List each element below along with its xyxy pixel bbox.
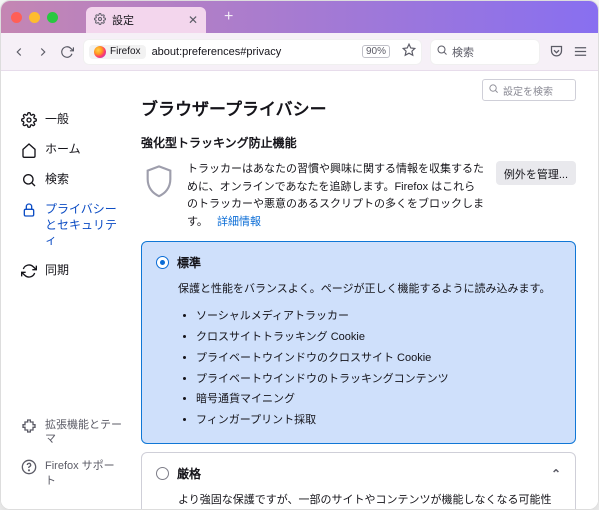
close-window-button[interactable] (11, 12, 22, 23)
new-tab-button[interactable]: + (220, 8, 237, 26)
zoom-indicator[interactable]: 90% (362, 45, 390, 58)
radio-standard[interactable] (156, 256, 169, 269)
url-text: about:preferences#privacy (152, 46, 282, 58)
navigation-toolbar: Firefox about:preferences#privacy 90% 検索 (1, 33, 598, 71)
identity-chip[interactable]: Firefox (89, 45, 146, 59)
tab-settings[interactable]: 設定 ✕ (86, 7, 206, 33)
sidebar-item-general[interactable]: 一般 (17, 107, 129, 133)
home-icon (21, 142, 37, 158)
close-tab-icon[interactable]: ✕ (188, 13, 198, 27)
url-bar[interactable]: Firefox about:preferences#privacy 90% (83, 39, 422, 65)
sidebar-item-extensions[interactable]: 拡張機能とテーマ (17, 413, 129, 452)
sidebar-item-privacy[interactable]: プライバシーとセキュリティ (17, 197, 129, 254)
etp-description: トラッカーはあなたの習慣や興味に関する情報を収集するために、オンラインであなたを… (187, 161, 486, 231)
window-controls (11, 12, 58, 23)
list-item: プライベートウインドウのクロスサイト Cookie (196, 348, 561, 369)
gear-icon (94, 13, 106, 28)
chevron-up-icon[interactable]: ⌃ (551, 467, 561, 481)
title-bar: 設定 ✕ + (1, 1, 598, 33)
sidebar-item-label: 拡張機能とテーマ (45, 418, 125, 447)
reload-button[interactable] (59, 44, 75, 60)
forward-button[interactable] (35, 44, 51, 60)
settings-search[interactable]: 設定を検索 (482, 79, 576, 101)
card-description: より強固な保護ですが、一部のサイトやコンテンツが機能しなくなる可能性があります。 (178, 492, 561, 509)
help-icon (21, 459, 37, 475)
sidebar-item-sync[interactable]: 同期 (17, 258, 129, 284)
radio-strict[interactable] (156, 467, 169, 480)
etp-heading: 強化型トラッキング防止機能 (141, 134, 576, 151)
sidebar-item-label: プライバシーとセキュリティ (45, 202, 125, 249)
gear-icon (21, 112, 37, 128)
sidebar-item-label: 検索 (45, 172, 69, 188)
minimize-window-button[interactable] (29, 12, 40, 23)
card-title: 厳格 (177, 465, 201, 482)
puzzle-icon (21, 418, 37, 434)
etp-learn-more-link[interactable]: 詳細情報 (217, 216, 261, 228)
zoom-window-button[interactable] (47, 12, 58, 23)
list-item: フィンガープリント採取 (196, 410, 561, 431)
list-item: プライベートウインドウのトラッキングコンテンツ (196, 369, 561, 390)
sidebar-item-label: Firefox サポート (45, 459, 125, 488)
sidebar-item-label: 一般 (45, 112, 69, 128)
search-icon (436, 44, 448, 59)
sidebar-item-search[interactable]: 検索 (17, 167, 129, 193)
identity-label: Firefox (110, 46, 141, 57)
list-item: クロスサイトトラッキング Cookie (196, 327, 561, 348)
sidebar-item-label: ホーム (45, 142, 81, 158)
toolbar-search[interactable]: 検索 (430, 39, 540, 65)
shield-icon (141, 161, 177, 201)
settings-sidebar: 一般 ホーム 検索 プライバシーとセキュリティ 同期 拡張機能と (1, 71, 135, 509)
sync-icon (21, 263, 37, 279)
tab-title: 設定 (112, 12, 134, 28)
sidebar-item-support[interactable]: Firefox サポート (17, 454, 129, 493)
sidebar-item-label: 同期 (45, 263, 69, 279)
settings-main: ブラウザープライバシー 強化型トラッキング防止機能 トラッカーはあなたの習慣や興… (135, 71, 598, 509)
etp-card-standard[interactable]: 標準 保護と性能をバランスよく。ページが正しく機能するように読み込みます。 ソー… (141, 241, 576, 444)
back-button[interactable] (11, 44, 27, 60)
search-icon (21, 172, 37, 188)
sidebar-item-home[interactable]: ホーム (17, 137, 129, 163)
manage-exceptions-button[interactable]: 例外を管理... (496, 161, 576, 185)
card-description: 保護と性能をバランスよく。ページが正しく機能するように読み込みます。 (178, 281, 561, 298)
list-item: ソーシャルメディアトラッカー (196, 306, 561, 327)
pocket-button[interactable] (548, 44, 564, 60)
settings-search-placeholder: 設定を検索 (503, 83, 553, 98)
toolbar-search-placeholder: 検索 (452, 44, 474, 60)
card-title: 標準 (177, 254, 201, 271)
app-menu-button[interactable] (572, 44, 588, 60)
browser-window: 設定 ✕ + Firefox about:preferences#privacy… (0, 0, 599, 510)
card-features: ソーシャルメディアトラッカー クロスサイトトラッキング Cookie プライベー… (156, 306, 561, 431)
preferences-content: 設定を検索 一般 ホーム 検索 プライバシーとセキュリティ 同期 (1, 71, 598, 509)
lock-icon (21, 202, 37, 218)
firefox-icon (94, 46, 106, 58)
etp-card-strict[interactable]: 厳格 ⌃ より強固な保護ですが、一部のサイトやコンテンツが機能しなくなる可能性が… (141, 452, 576, 509)
search-icon (488, 83, 499, 97)
list-item: 暗号通貨マイニング (196, 389, 561, 410)
bookmark-star-icon[interactable] (402, 43, 416, 60)
